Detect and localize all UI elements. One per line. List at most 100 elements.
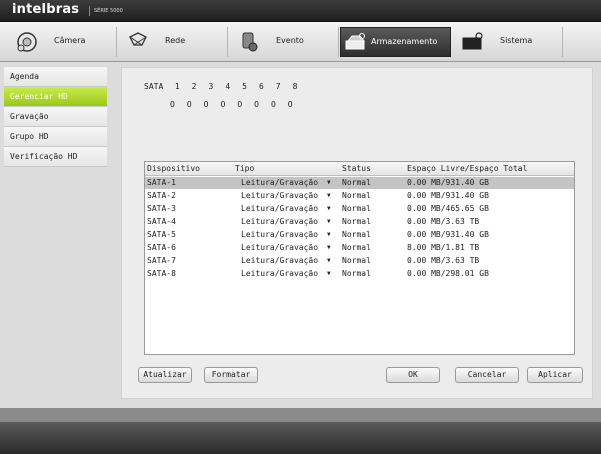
sata-port-number: 2	[191, 82, 197, 91]
tab-label: Câmera	[54, 36, 86, 45]
row-device: SATA-4	[147, 217, 176, 226]
refresh-button[interactable]: Atualizar	[138, 367, 192, 383]
chevron-down-icon[interactable]: ▼	[327, 231, 331, 238]
network-icon	[129, 32, 147, 46]
row-status: Normal	[342, 230, 371, 239]
sata-port-number: 1	[174, 82, 180, 91]
ok-button[interactable]: OK	[386, 367, 440, 383]
row-device: SATA-2	[147, 191, 176, 200]
chevron-down-icon[interactable]: ▼	[327, 244, 331, 251]
brand-logo: intelbras	[12, 2, 80, 17]
row-space: 0.00 MB/931.40 GB	[407, 178, 489, 187]
sata-port-row: SATA 1 2 3 4 5 6 7 8	[144, 82, 305, 91]
row-device: SATA-6	[147, 243, 176, 252]
row-type[interactable]: Leitura/Gravação	[241, 256, 318, 265]
row-status: Normal	[342, 178, 371, 187]
apply-button[interactable]: Aplicar	[527, 367, 583, 383]
sata-status-mark: O	[270, 100, 276, 109]
cancel-button[interactable]: Cancelar	[455, 367, 519, 383]
content-area: Agenda Gerenciar HD Gravação Grupo HD Ve…	[0, 62, 601, 408]
row-type[interactable]: Leitura/Gravação	[241, 204, 318, 213]
chevron-down-icon[interactable]: ▼	[327, 218, 331, 225]
tab-label: Armazenamento	[371, 37, 438, 46]
table-row[interactable]: SATA-1 Leitura/Gravação ▼ Normal 0.00 MB…	[145, 177, 574, 189]
sata-status-mark: O	[170, 100, 175, 109]
status-strip	[0, 408, 601, 422]
table-row[interactable]: SATA-8 Leitura/Gravação ▼ Normal 0.00 MB…	[145, 268, 574, 280]
table-row[interactable]: SATA-5 Leitura/Gravação ▼ Normal 0.00 MB…	[145, 229, 574, 241]
row-space: 0.00 MB/3.63 TB	[407, 217, 480, 226]
tab-system[interactable]: Sistema	[452, 27, 563, 57]
row-type[interactable]: Leitura/Gravação	[241, 217, 318, 226]
row-space: 0.00 MB/3.63 TB	[407, 256, 480, 265]
series-label: SÉRIE 5000	[94, 8, 123, 14]
table-row[interactable]: SATA-2 Leitura/Gravação ▼ Normal 0.00 MB…	[145, 190, 574, 202]
row-space: 0.00 MB/298.01 GB	[407, 269, 489, 278]
tab-label: Evento	[276, 36, 304, 45]
sata-port-number: 7	[275, 82, 281, 91]
row-type[interactable]: Leitura/Gravação	[241, 230, 318, 239]
header-type[interactable]: Tipo	[235, 164, 254, 173]
table-row[interactable]: SATA-4 Leitura/Gravação ▼ Normal 0.00 MB…	[145, 216, 574, 228]
sidebar-item-schedule[interactable]: Agenda	[4, 67, 107, 87]
table-row[interactable]: SATA-3 Leitura/Gravação ▼ Normal 0.00 MB…	[145, 203, 574, 215]
sidebar: Agenda Gerenciar HD Gravação Grupo HD Ve…	[4, 67, 107, 393]
tab-event[interactable]: Evento	[228, 27, 339, 57]
row-device: SATA-1	[147, 178, 176, 187]
hd-table: Dispositivo Tipo Status Espaço Livre/Esp…	[144, 161, 575, 355]
chevron-down-icon[interactable]: ▼	[327, 270, 331, 277]
table-row[interactable]: SATA-6 Leitura/Gravação ▼ Normal 8.00 MB…	[145, 242, 574, 254]
sidebar-item-recording[interactable]: Gravação	[4, 107, 107, 127]
row-device: SATA-5	[147, 230, 176, 239]
sata-status-mark: O	[237, 100, 243, 109]
tab-label: Rede	[165, 36, 186, 45]
sidebar-item-manage-hd[interactable]: Gerenciar HD	[4, 87, 107, 107]
sata-status-row: O O O O O O O O	[170, 100, 300, 109]
row-status: Normal	[342, 217, 371, 226]
row-type[interactable]: Leitura/Gravação	[241, 269, 318, 278]
row-type[interactable]: Leitura/Gravação	[241, 243, 318, 252]
sata-port-number: 3	[208, 82, 214, 91]
header-device[interactable]: Dispositivo	[147, 164, 200, 173]
row-type[interactable]: Leitura/Gravação	[241, 191, 318, 200]
chevron-down-icon[interactable]: ▼	[327, 205, 331, 212]
row-status: Normal	[342, 256, 371, 265]
camera-icon	[17, 32, 37, 52]
tab-camera[interactable]: Câmera	[6, 27, 117, 57]
table-row[interactable]: SATA-7 Leitura/Gravação ▼ Normal 0.00 MB…	[145, 255, 574, 267]
sata-port-number: 8	[292, 82, 298, 91]
chevron-down-icon[interactable]: ▼	[327, 257, 331, 264]
bottom-bar	[0, 422, 601, 454]
chevron-down-icon[interactable]: ▼	[327, 192, 331, 199]
sata-status-mark: O	[254, 100, 259, 109]
manage-hd-panel: SATA 1 2 3 4 5 6 7 8 O O O O O O O O Dis…	[121, 67, 593, 399]
tab-label: Sistema	[500, 36, 533, 45]
system-icon	[462, 32, 483, 50]
row-status: Normal	[342, 204, 371, 213]
event-icon	[242, 32, 258, 52]
header-space[interactable]: Espaço Livre/Espaço Total	[407, 164, 527, 173]
table-header: Dispositivo Tipo Status Espaço Livre/Esp…	[145, 162, 574, 176]
main-tab-bar: Câmera Rede Evento Armazenamento Sistema	[0, 22, 601, 62]
row-space: 0.00 MB/931.40 GB	[407, 230, 489, 239]
sata-status-mark: O	[186, 100, 192, 109]
row-status: Normal	[342, 269, 371, 278]
tab-network[interactable]: Rede	[117, 27, 228, 57]
row-status: Normal	[342, 243, 371, 252]
row-device: SATA-3	[147, 204, 176, 213]
row-device: SATA-7	[147, 256, 176, 265]
sata-port-number: 4	[225, 82, 231, 91]
row-device: SATA-8	[147, 269, 176, 278]
format-button[interactable]: Formatar	[204, 367, 258, 383]
row-space: 0.00 MB/465.65 GB	[407, 204, 489, 213]
sidebar-item-hd-group[interactable]: Grupo HD	[4, 127, 107, 147]
tab-storage[interactable]: Armazenamento	[340, 27, 451, 57]
sidebar-item-hd-check[interactable]: Verificação HD	[4, 147, 107, 167]
sata-port-number: 5	[242, 82, 247, 91]
chevron-down-icon[interactable]: ▼	[327, 179, 331, 186]
sata-status-mark: O	[220, 100, 226, 109]
sata-label: SATA	[144, 82, 164, 91]
row-type[interactable]: Leitura/Gravação	[241, 178, 318, 187]
sata-status-mark: O	[203, 100, 209, 109]
header-status[interactable]: Status	[342, 164, 371, 173]
